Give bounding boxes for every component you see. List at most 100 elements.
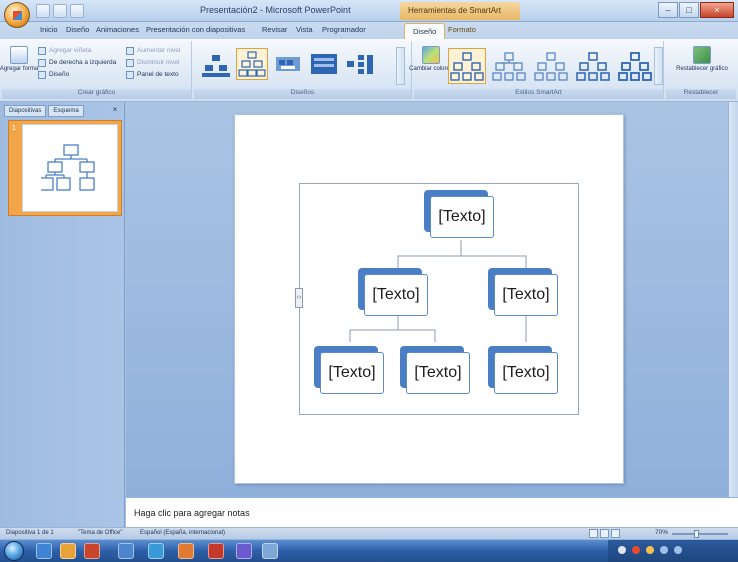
smartart-style-5[interactable]	[616, 48, 654, 84]
layout-option-3[interactable]	[272, 48, 304, 80]
tab-outline[interactable]: Esquema	[48, 105, 84, 117]
minimize-button[interactable]: –	[658, 2, 678, 18]
vertical-scrollbar[interactable]	[728, 102, 738, 497]
system-tray	[608, 540, 738, 562]
close-button[interactable]: ×	[700, 2, 734, 18]
notes-placeholder: Haga clic para agregar notas	[134, 508, 250, 518]
zoom-slider[interactable]	[672, 530, 728, 538]
group-label-smartart-styles: Estilos SmartArt	[414, 89, 663, 99]
org-node-level3-a-text[interactable]: [Texto]	[320, 352, 384, 394]
org-node-level2-left[interactable]: [Texto]	[358, 268, 428, 316]
layout-option-5[interactable]	[344, 48, 376, 80]
smartart-style-3[interactable]	[532, 48, 570, 84]
tray-network-icon[interactable]	[646, 546, 654, 554]
save-icon[interactable]	[36, 4, 50, 18]
view-buttons	[589, 529, 620, 538]
layout-dropdown-button[interactable]: Diseño	[38, 69, 69, 80]
taskbar-folder-icon[interactable]	[60, 543, 76, 559]
tab-smartart-formato[interactable]: Formato	[448, 25, 476, 34]
taskbar-word-icon[interactable]	[148, 543, 164, 559]
tray-volume-icon[interactable]	[660, 546, 668, 554]
group-layouts: Diseños	[194, 41, 412, 99]
change-colors-button[interactable]: Cambiar colores	[409, 46, 453, 73]
slide-editing-area: ‹› [Texto] [Texto] [Texto] [Texto] [Text…	[126, 102, 738, 497]
org-node-level3-a[interactable]: [Texto]	[314, 346, 384, 394]
taskbar-onenote-icon[interactable]	[236, 543, 252, 559]
taskbar-ie-icon[interactable]	[36, 543, 52, 559]
text-pane-button[interactable]: Panel de texto	[126, 69, 179, 80]
thumbnail-org-chart	[41, 144, 95, 191]
demote-button[interactable]: Disminuir nivel	[126, 57, 179, 68]
demote-icon	[126, 58, 134, 67]
slide-canvas[interactable]: ‹› [Texto] [Texto] [Texto] [Texto] [Text…	[234, 114, 624, 484]
org-node-level3-c[interactable]: [Texto]	[488, 346, 558, 394]
slideshow-view-icon[interactable]	[611, 529, 620, 538]
add-shape-button[interactable]: Agregar forma	[0, 46, 38, 73]
layout-option-1[interactable]	[200, 48, 232, 80]
org-node-level3-b-text[interactable]: [Texto]	[406, 352, 470, 394]
taskbar-access-icon[interactable]	[208, 543, 224, 559]
zoom-level[interactable]: 70%	[655, 529, 668, 536]
org-node-level3-b[interactable]: [Texto]	[400, 346, 470, 394]
tray-alert-icon[interactable]	[632, 546, 640, 554]
tray-power-icon[interactable]	[674, 546, 682, 554]
status-language[interactable]: Español (España, internacional)	[140, 530, 225, 536]
smartart-graphic[interactable]: ‹› [Texto] [Texto] [Texto] [Texto] [Text…	[295, 183, 579, 415]
org-node-level3-c-text[interactable]: [Texto]	[494, 352, 558, 394]
zoom-slider-knob[interactable]	[694, 530, 699, 538]
org-node-level2-right[interactable]: [Texto]	[488, 268, 558, 316]
maximize-button[interactable]: □	[679, 2, 699, 18]
tab-presentacion[interactable]: Presentación con diapositivas	[146, 25, 245, 34]
taskbar-powerpoint-icon[interactable]	[178, 543, 194, 559]
org-node-level2-left-text[interactable]: [Texto]	[364, 274, 428, 316]
layout-option-2-selected[interactable]	[236, 48, 268, 80]
taskbar-app-icon[interactable]	[118, 543, 134, 559]
tab-smartart-diseno[interactable]: Diseño	[404, 23, 446, 39]
tab-inicio[interactable]: Inicio	[40, 25, 58, 34]
slides-pane: Diapositivas Esquema × 1	[0, 102, 125, 527]
tab-revisar[interactable]: Revisar	[262, 25, 287, 34]
add-shape-icon	[10, 46, 28, 64]
org-node-top-text[interactable]: [Texto]	[430, 196, 494, 238]
tab-vista[interactable]: Vista	[296, 25, 313, 34]
close-pane-icon[interactable]: ×	[110, 105, 120, 115]
tab-slides[interactable]: Diapositivas	[4, 105, 47, 117]
start-button[interactable]	[4, 541, 24, 561]
add-bullet-button[interactable]: Agregar viñeta	[38, 45, 91, 56]
undo-icon[interactable]	[53, 4, 67, 18]
styles-gallery-scroll[interactable]	[654, 47, 663, 85]
change-colors-icon	[422, 46, 440, 64]
normal-view-icon[interactable]	[589, 529, 598, 538]
layouts-gallery-scroll[interactable]	[396, 47, 405, 85]
notes-pane[interactable]: Haga clic para agregar notas	[126, 497, 738, 527]
group-create-graphic: Agregar forma Agregar viñeta De derecha …	[0, 41, 192, 99]
smartart-style-1-selected[interactable]	[448, 48, 486, 84]
layout-option-4[interactable]	[308, 48, 340, 80]
tray-arrow-icon[interactable]	[618, 546, 626, 554]
reset-graphic-button[interactable]: Restablecer gráfico	[676, 46, 728, 73]
quick-access-toolbar	[36, 4, 84, 18]
slide-thumbnail[interactable]	[22, 124, 118, 212]
promote-button[interactable]: Aumentar nivel	[126, 45, 180, 56]
org-node-top[interactable]: [Texto]	[424, 190, 494, 238]
right-to-left-icon	[38, 58, 46, 67]
group-reset: Restablecer gráfico Restablecer	[666, 41, 736, 99]
contextual-tab-title: Herramientas de SmartArt	[408, 6, 501, 15]
org-node-level2-right-text[interactable]: [Texto]	[494, 274, 558, 316]
tab-diseno[interactable]: Diseño	[66, 25, 89, 34]
window-controls: – □ ×	[658, 2, 734, 18]
taskbar-window-icon[interactable]	[262, 543, 278, 559]
ribbon-tabs: Inicio Diseño Animaciones Presentación c…	[0, 22, 738, 39]
slide-sorter-view-icon[interactable]	[600, 529, 609, 538]
taskbar-media-icon[interactable]	[84, 543, 100, 559]
group-smartart-styles: Cambiar colores Estilos SmartArt	[409, 41, 664, 99]
smartart-style-2[interactable]	[490, 48, 528, 84]
tab-animaciones[interactable]: Animaciones	[96, 25, 139, 34]
office-button[interactable]	[4, 2, 30, 28]
group-label-create-graphic: Crear gráfico	[2, 89, 191, 99]
right-to-left-button[interactable]: De derecha a izquierda	[38, 57, 116, 68]
smartart-style-4[interactable]	[574, 48, 612, 84]
ribbon: Agregar forma Agregar viñeta De derecha …	[0, 39, 738, 102]
redo-icon[interactable]	[70, 4, 84, 18]
tab-programador[interactable]: Programador	[322, 25, 366, 34]
